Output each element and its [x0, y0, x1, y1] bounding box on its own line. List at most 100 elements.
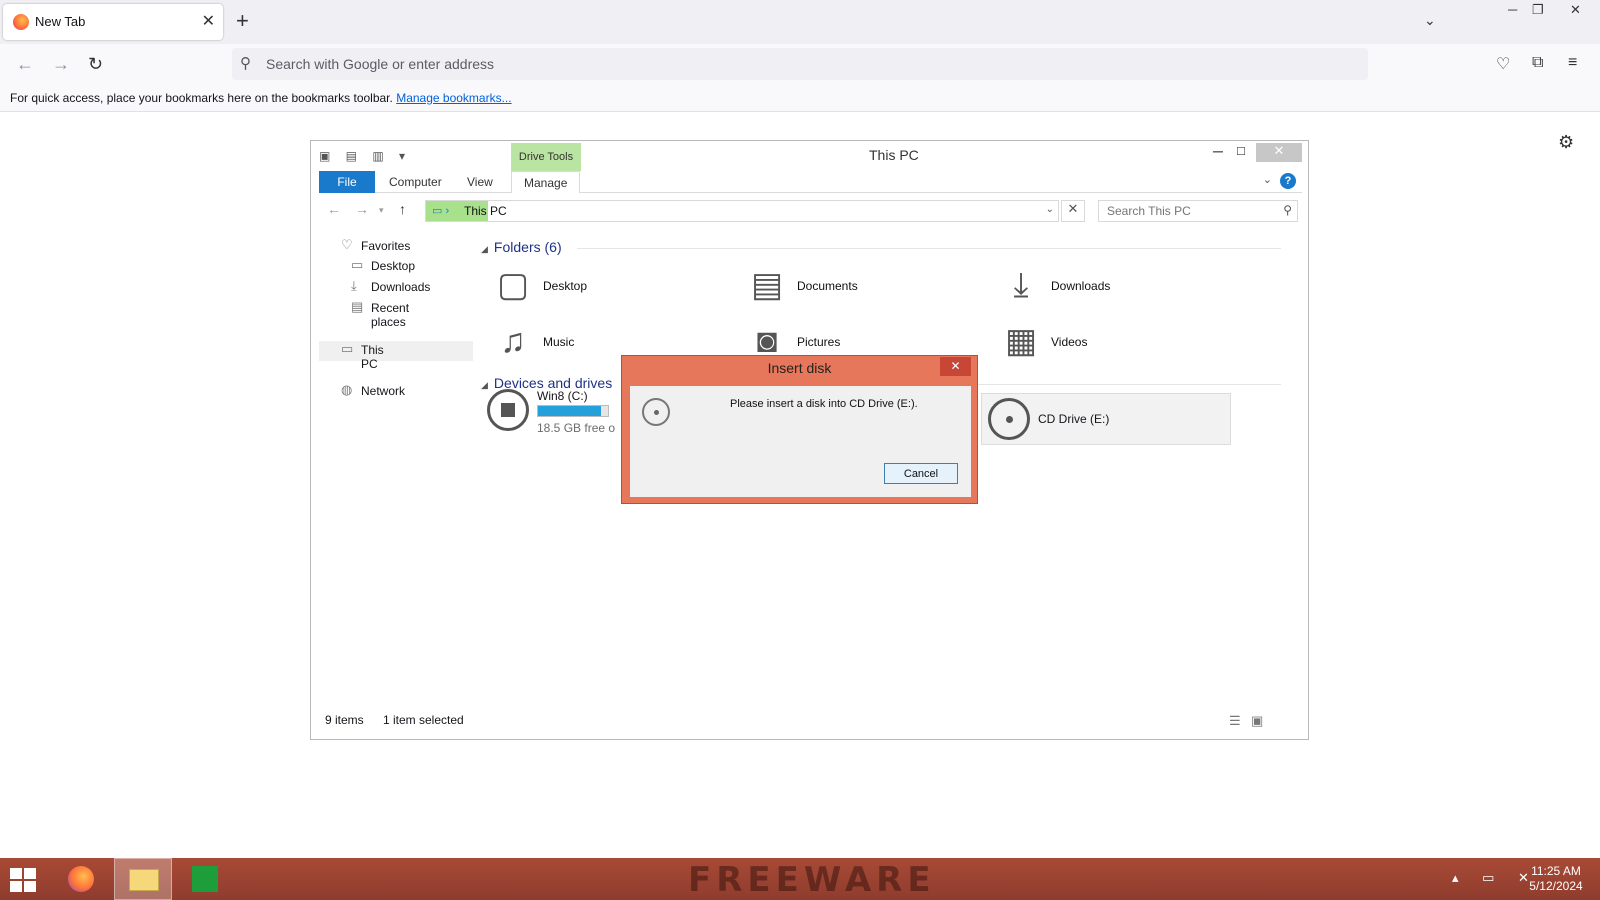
reload-icon[interactable]: ↻ — [88, 54, 103, 75]
back-icon[interactable]: ← — [16, 54, 34, 75]
explorer-minimize-icon[interactable]: ─ — [1213, 143, 1223, 159]
url-input[interactable] — [264, 52, 1264, 76]
close-window-icon[interactable]: ✕ — [1570, 2, 1581, 18]
gear-icon[interactable]: ⚙ — [1558, 132, 1574, 153]
extensions-icon[interactable]: ⧉ — [1532, 54, 1543, 72]
drive-e-selected[interactable]: CD Drive (E:) — [981, 393, 1231, 445]
details-view-icon[interactable]: ☰ — [1229, 713, 1241, 729]
new-tab-button[interactable]: + — [236, 8, 249, 34]
search-icon: ⚲ — [240, 55, 251, 72]
folder-label: Pictures — [797, 335, 841, 349]
folder-label: Videos — [1051, 335, 1088, 349]
clapperboard-icon: ▦ — [1004, 322, 1038, 360]
folder-videos[interactable]: ▦ Videos — [995, 319, 1235, 367]
computer-icon: ▭ › — [432, 205, 450, 217]
tab-view[interactable]: View — [455, 171, 505, 193]
ribbon-tabs: File Computer View Manage ⌄ ? — [319, 171, 1302, 193]
folder-label: Music — [543, 335, 575, 349]
forward-icon[interactable]: → — [52, 54, 70, 75]
nav-label: This PC — [361, 343, 384, 371]
folder-downloads[interactable]: ⤓ Downloads — [995, 263, 1235, 311]
back-icon[interactable]: ← — [327, 201, 341, 217]
dialog-title: Insert disk — [767, 360, 832, 376]
recent-locations-icon[interactable]: ▾ — [379, 205, 384, 216]
list-all-tabs-icon[interactable]: ⌄ — [1424, 12, 1436, 29]
tab-file[interactable]: File — [319, 171, 375, 193]
hard-drive-icon — [487, 389, 529, 431]
recent-places-icon: ▤ — [351, 299, 364, 314]
nav-label: Network — [361, 384, 406, 398]
minimize-icon[interactable]: ─ — [1508, 2, 1517, 17]
firefox-icon — [13, 14, 29, 30]
folder-documents[interactable]: ▤ Documents — [741, 263, 981, 311]
dialog-body: Please insert a disk into CD Drive (E:).… — [630, 386, 971, 497]
download-icon: ⤓ — [351, 278, 357, 293]
chevron-down-icon[interactable]: ⌄ — [1046, 204, 1054, 215]
documents-icon: ▤ — [750, 266, 784, 304]
taskbar-file-explorer[interactable] — [114, 858, 172, 900]
store-icon — [192, 866, 218, 892]
folders-group[interactable]: ◢ Folders (6) — [481, 239, 1281, 255]
up-icon[interactable]: ↑ — [399, 201, 406, 217]
windows-logo-pane — [24, 881, 36, 892]
explorer-maximize-icon[interactable]: □ — [1237, 143, 1245, 158]
help-icon[interactable]: ? — [1280, 173, 1296, 189]
large-icons-view-icon[interactable]: ▣ — [1251, 713, 1263, 729]
tab-title: New Tab — [35, 14, 86, 29]
explorer-close-icon[interactable]: ✕ — [1256, 143, 1302, 162]
bookmarks-hint: For quick access, place your bookmarks h… — [10, 91, 393, 105]
network-icon: ◍ — [341, 382, 353, 397]
taskbar-firefox[interactable] — [52, 858, 110, 900]
folder-icon — [129, 869, 159, 891]
nav-label: Desktop — [371, 259, 416, 273]
drive-free-space: 18.5 GB free o — [537, 421, 616, 435]
watermark: FREEWARE — [688, 860, 936, 900]
explorer-titlebar: ▣ ▤ ▥ ▾ Drive Tools This PC ─ □ ✕ — [311, 141, 1308, 171]
clock[interactable]: 11:25 AM 5/12/2024 — [1518, 864, 1594, 894]
dialog-close-icon[interactable]: ✕ — [940, 357, 971, 376]
drive-label: CD Drive (E:) — [1038, 412, 1110, 426]
folder-desktop[interactable]: ▢ Desktop — [487, 263, 727, 311]
item-count: 9 items — [325, 713, 364, 727]
clock-time: 11:25 AM — [1531, 864, 1581, 878]
menu-icon[interactable]: ≡ — [1568, 54, 1577, 72]
computer-icon: ▭ — [341, 341, 354, 356]
tab-computer[interactable]: Computer — [377, 171, 454, 193]
firefox-icon — [68, 866, 94, 892]
folder-label: Desktop — [543, 279, 588, 293]
status-bar: 9 items 1 item selected ☰ ▣ — [325, 713, 1295, 733]
collapse-icon: ◢ — [481, 244, 488, 254]
tab-manage[interactable]: Manage — [511, 171, 581, 193]
breadcrumb[interactable]: This PC — [464, 204, 507, 218]
desktop-icon: ▢ — [496, 266, 530, 304]
nav-label: Recent places — [371, 301, 410, 329]
quick-access-toolbar[interactable]: ▣ ▤ ▥ ▾ — [319, 149, 411, 163]
url-bar[interactable]: ⚲ — [232, 48, 1368, 80]
address-bar[interactable]: ▭ › This PC ⌄ — [425, 200, 1059, 222]
group-header: Folders (6) — [493, 239, 562, 255]
search-box[interactable]: ⚲ — [1098, 200, 1298, 222]
start-button[interactable] — [10, 868, 38, 892]
tab-new-tab[interactable]: New Tab ✕ — [3, 4, 223, 40]
clear-address-icon[interactable]: ✕ — [1061, 200, 1085, 222]
cancel-button[interactable]: Cancel — [884, 463, 958, 484]
folder-label: Documents — [797, 279, 858, 293]
address-row: ← → ▾ ↑ ▭ › This PC ⌄ ✕ ⚲ — [319, 199, 1302, 223]
drive-usage-bar — [537, 405, 609, 417]
divider — [577, 248, 1281, 249]
pocket-icon[interactable]: ♡ — [1496, 54, 1510, 74]
drive-label: Win8 (C:) — [537, 389, 588, 403]
windows-logo-pane — [10, 868, 22, 879]
expand-ribbon-icon[interactable]: ⌄ — [1263, 173, 1272, 186]
desktop-icon: ▭ — [351, 257, 364, 272]
forward-icon[interactable]: → — [355, 201, 369, 217]
tab-close-icon[interactable]: ✕ — [202, 11, 215, 31]
search-icon: ⚲ — [1283, 203, 1292, 217]
taskbar-store[interactable] — [176, 858, 234, 900]
manage-bookmarks-link[interactable]: Manage bookmarks... — [396, 91, 511, 105]
taskbar: FREEWARE ▴ ▭ ✕ 11:25 AM 5/12/2024 — [0, 858, 1600, 900]
search-input[interactable] — [1105, 203, 1275, 219]
clock-date: 5/12/2024 — [1529, 879, 1583, 893]
restore-icon[interactable]: ❐ — [1532, 2, 1544, 18]
tab-strip: New Tab ✕ + ⌄ ─ ❐ ✕ — [0, 0, 1600, 44]
